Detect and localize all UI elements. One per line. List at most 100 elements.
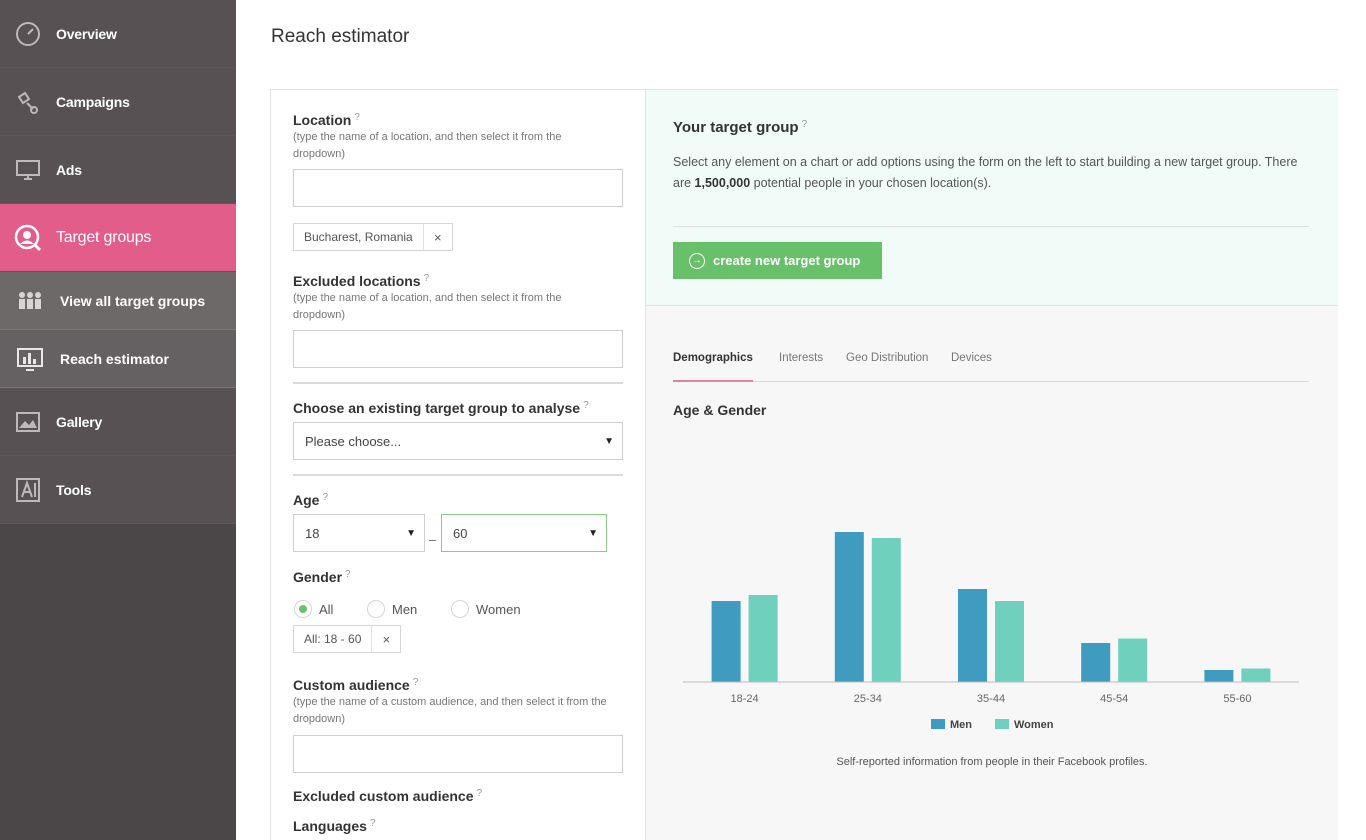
bar-women-25-34[interactable] [871,538,901,682]
target-person-icon [0,224,56,252]
insights-column: Your target group? Select any element on… [646,90,1338,840]
help-icon[interactable]: ? [413,677,419,688]
help-icon[interactable]: ? [354,112,360,123]
bar-women-45-54[interactable] [1118,638,1148,683]
sidebar-item-target-groups[interactable]: Target groups [0,204,236,272]
sidebar-item-gallery[interactable]: Gallery [0,388,236,456]
remove-gender-tag-icon[interactable]: × [372,632,400,647]
tab-demographics[interactable]: Demographics [673,352,753,382]
sidebar-item-campaigns[interactable]: Campaigns [0,68,236,136]
location-label: Location? [293,112,360,128]
chart-note: Self-reported information from people in… [836,756,1148,768]
tab-geo-distribution[interactable]: Geo Distribution [846,352,928,382]
x-tick-label: 45-54 [1100,693,1128,705]
x-tick-label: 25-34 [854,693,882,705]
sidebar-item-ads[interactable]: Ads [0,136,236,204]
help-icon[interactable]: ? [322,492,328,503]
gender-radio-all[interactable]: All [294,600,333,618]
custom-audience-label: Custom audience? [293,677,419,693]
gender-option-label: Women [476,601,521,617]
satellite-icon [0,89,56,115]
help-icon[interactable]: ? [802,119,808,130]
sidebar-item-label: Target groups [56,228,152,246]
target-group-box: Your target group? Select any element on… [646,90,1338,306]
excluded-locations-label: Excluded locations? [293,273,430,289]
custom-audience-hint: (type the name of a custom audience, and… [293,696,607,725]
excluded-custom-audience-label: Excluded custom audience? [293,788,483,804]
help-icon[interactable]: ? [345,569,351,580]
page-title: Reach estimator [271,26,410,47]
bar-women-18-24[interactable] [748,595,778,682]
target-group-title: Your target group? [673,119,808,136]
age-gender-chart: 18-24 25-34 35-44 45-54 55-60 Men Women [673,510,1309,731]
dashboard-gauge-icon [0,21,56,47]
sidebar-item-label: Reach estimator [60,350,169,367]
sidebar-item-label: Tools [56,481,92,498]
bar-men-18-24[interactable] [711,601,741,682]
legend-label-women[interactable]: Women [1014,719,1054,731]
legend-label-men[interactable]: Men [950,719,972,731]
languages-label: Languages? [293,818,376,834]
help-icon[interactable]: ? [583,400,589,411]
chart-title: Age & Gender [673,402,767,418]
x-tick-label: 18-24 [731,693,759,705]
location-hint: (type the name of a location, and then s… [293,131,562,160]
custom-audience-input[interactable] [293,735,623,773]
sidebar-item-overview[interactable]: Overview [0,0,236,68]
dropdown-arrow-icon: ▼ [406,528,416,539]
sidebar-item-label: Ads [56,161,82,178]
monitor-icon [0,158,56,182]
gender-label: Gender? [293,569,351,585]
bar-chart-screen-icon [0,346,60,372]
target-group-description: Select any element on a chart or add opt… [673,155,1298,190]
radio-icon [451,600,469,618]
gender-option-label: Men [392,601,418,617]
legend-swatch-men [931,719,945,729]
sidebar-item-label: View all target groups [60,292,206,309]
x-tick-label: 35-44 [977,693,1005,705]
dropdown-arrow-icon: ▼ [588,528,598,539]
location-tag: Bucharest, Romania × [293,223,453,251]
age-to-select[interactable]: 60 ▼ [441,514,607,552]
bar-men-55-60[interactable] [1204,670,1234,682]
gender-radio-men[interactable]: Men [367,600,417,618]
insights-tabs: Demographics Interests Geo Distribution … [673,348,1309,382]
bar-men-25-34[interactable] [834,532,864,682]
excluded-locations-input[interactable] [293,330,623,368]
targeting-form: Location? (type the name of a location, … [271,90,646,840]
radio-selected-icon [294,600,312,618]
image-icon [0,411,56,433]
gender-option-label: All [319,601,334,617]
sidebar: Overview Campaigns Ads Target groups Vie… [0,0,236,840]
legend-swatch-women [995,719,1009,729]
sidebar-item-label: Overview [56,25,117,42]
people-group-icon [0,290,60,312]
age-to-value: 60 [453,525,468,541]
bar-men-45-54[interactable] [1081,643,1111,682]
sidebar-item-reach-estimator[interactable]: Reach estimator [0,330,236,388]
age-range-separator: – [429,532,437,547]
age-from-select[interactable]: 18 ▼ [293,514,425,552]
divider [293,382,623,384]
sidebar-item-tools[interactable]: Tools [0,456,236,524]
help-icon[interactable]: ? [424,273,430,284]
divider [673,226,1309,227]
bar-men-35-44[interactable] [958,589,987,682]
existing-group-label: Choose an existing target group to analy… [293,400,589,416]
gender-radio-women[interactable]: Women [451,600,521,618]
bar-women-55-60[interactable] [1241,668,1271,683]
tab-devices[interactable]: Devices [951,352,992,382]
tab-interests[interactable]: Interests [779,352,823,382]
existing-group-select[interactable]: Please choose... ▼ [293,422,623,460]
bar-women-35-44[interactable] [995,601,1024,682]
help-icon[interactable]: ? [477,788,483,799]
sidebar-item-view-all-target-groups[interactable]: View all target groups [0,272,236,330]
create-new-target-group-button[interactable]: → create new target group [673,242,882,279]
help-icon[interactable]: ? [370,818,376,829]
age-from-value: 18 [305,525,320,541]
location-input[interactable] [293,169,623,207]
location-tag-text: Bucharest, Romania [294,224,424,250]
age-gender-chart-svg: 18-24 25-34 35-44 45-54 55-60 Men Women [683,532,1299,731]
remove-location-tag-icon[interactable]: × [424,230,452,245]
dropdown-arrow-icon: ▼ [604,436,614,447]
